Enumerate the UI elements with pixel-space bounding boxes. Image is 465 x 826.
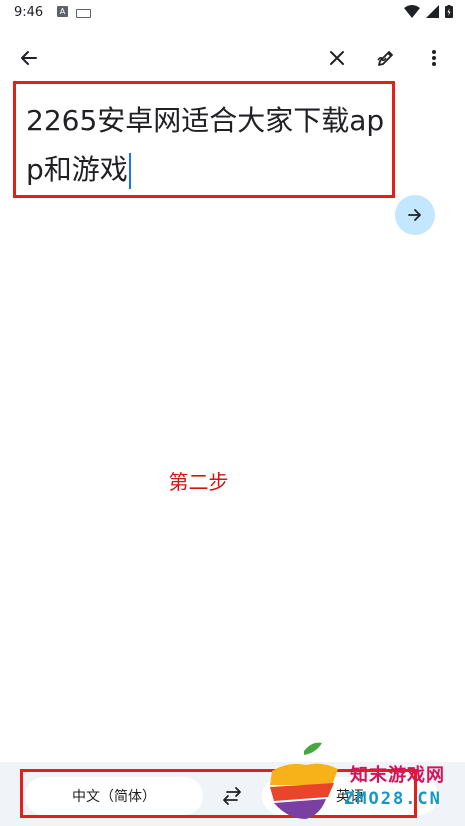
status-time: 9:46 xyxy=(14,5,44,20)
more-vert-icon xyxy=(432,50,436,66)
clear-button[interactable] xyxy=(319,40,355,76)
translate-go-button[interactable] xyxy=(395,195,435,235)
wifi-icon xyxy=(404,5,420,18)
top-app-bar xyxy=(0,36,465,80)
more-options-button[interactable] xyxy=(416,40,452,76)
arrow-right-icon xyxy=(408,209,421,221)
signal-icon xyxy=(426,5,439,18)
android-notification-icon: A xyxy=(57,6,68,17)
step-annotation: 第二步 xyxy=(168,470,229,494)
keyboard-icon xyxy=(76,9,91,18)
handwriting-button[interactable] xyxy=(368,40,404,76)
close-icon xyxy=(330,51,344,65)
source-text: 2265安卓网适合大家下载app和游戏 xyxy=(26,104,385,186)
source-text-input[interactable]: 2265安卓网适合大家下载app和游戏 xyxy=(26,96,394,194)
status-bar: 9:46 A xyxy=(0,0,465,26)
pen-icon xyxy=(377,51,393,66)
source-text-input-highlight[interactable]: 2265安卓网适合大家下载app和游戏 xyxy=(13,81,395,198)
back-button[interactable] xyxy=(11,40,47,76)
language-bar-highlight xyxy=(20,769,417,818)
battery-icon xyxy=(445,5,453,18)
text-cursor xyxy=(128,153,131,189)
arrow-left-icon xyxy=(21,51,37,65)
